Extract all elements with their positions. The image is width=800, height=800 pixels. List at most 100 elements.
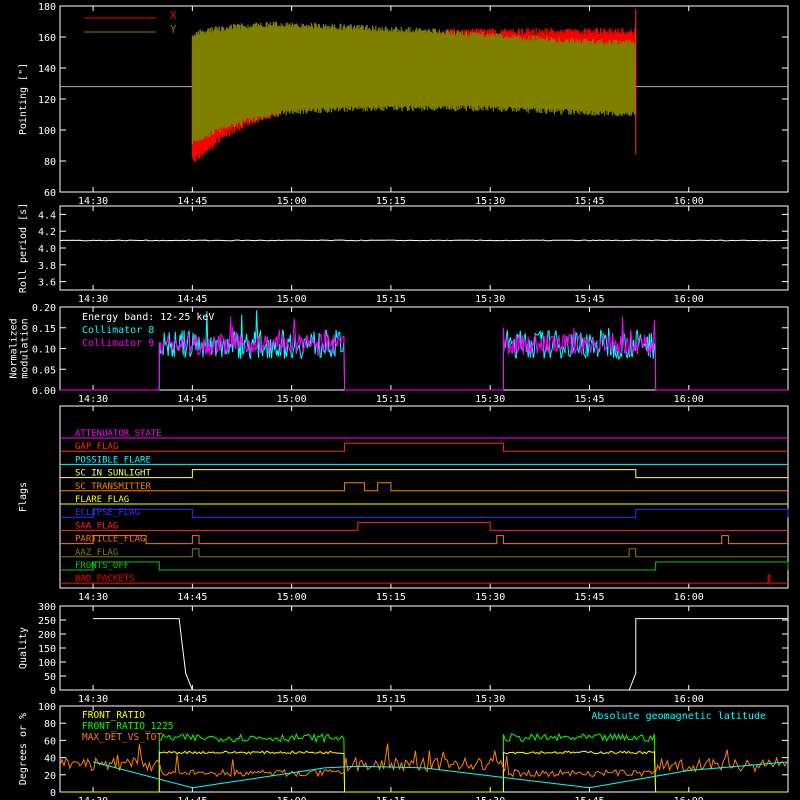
flags-xtick-label: 15:30 [475, 592, 505, 603]
ratios-legend-geomag: Absolute geomagnetic latitude [591, 711, 766, 722]
flag-label-flare-flag: FLARE_FLAG [75, 495, 129, 505]
flags-xtick-label: 16:00 [674, 592, 704, 603]
quality-xtick-label: 14:30 [78, 694, 108, 705]
modulation-legend-item: Collimator 9 [82, 338, 154, 349]
ratios-ylabel: Degrees or % [18, 713, 29, 785]
ratios-xtick-label: 14:30 [78, 796, 108, 800]
modulation-xtick-label: 15:00 [277, 394, 307, 405]
flag-label-sc-transmitter: SC_TRANSMITTER [75, 482, 151, 492]
flag-label-bad-packets: BAD_PACKETS [75, 574, 135, 584]
roll-xtick-label: 14:45 [177, 294, 207, 305]
ratios-legend-item: FRONT_RATIO_1225 [82, 721, 174, 732]
flags-xtick-label: 15:15 [376, 592, 406, 603]
ratios-xtick-label: 14:45 [177, 796, 207, 800]
quality-ytick-label: 50 [44, 672, 56, 683]
pointing-xtick-label: 15:00 [277, 196, 307, 207]
roll-ytick-label: 3.6 [38, 278, 56, 289]
roll-xtick-label: 14:30 [78, 294, 108, 305]
flag-label-eclipse-flag: ECLIPSE_FLAG [75, 508, 140, 518]
quality-xtick-label: 15:30 [475, 694, 505, 705]
quality-xtick-label: 15:15 [376, 694, 406, 705]
roll-ytick-label: 4.4 [38, 210, 56, 221]
quality-xtick-label: 14:45 [177, 694, 207, 705]
flags-xtick-label: 15:45 [574, 592, 604, 603]
pointing-xtick-label: 15:15 [376, 196, 406, 207]
quality-xtick-label: 15:00 [277, 694, 307, 705]
ratios-legend-item: FRONT_RATIO [82, 710, 145, 721]
quality-ytick-label: 200 [38, 630, 56, 641]
ratios-ytick-label: 0 [50, 788, 56, 799]
modulation-legend-title: Energy band: 12-25 keV [82, 312, 214, 323]
ratios-xtick-label: 15:00 [277, 796, 307, 800]
modulation-ytick-label: 0.05 [32, 365, 56, 376]
flag-label-gap-flag: GAP_FLAG [75, 442, 118, 452]
flag-label-sc-in-sunlight: SC_IN_SUNLIGHT [75, 469, 151, 479]
pointing-ytick-label: 160 [38, 33, 56, 44]
ratios-ytick-label: 40 [44, 754, 56, 765]
ratios-ytick-label: 100 [38, 702, 56, 713]
legend-label-x: X [170, 9, 177, 22]
quality-ytick-label: 0 [50, 686, 56, 697]
pointing-xtick-label: 14:30 [78, 196, 108, 207]
quality-ytick-label: 300 [38, 602, 56, 613]
pointing-xtick-label: 16:00 [674, 196, 704, 207]
quality-ytick-label: 250 [38, 616, 56, 627]
roll-xtick-label: 15:45 [574, 294, 604, 305]
ratios-legend-item: MAX_DET_VS_TOT [82, 732, 162, 743]
ratios-ytick-label: 60 [44, 736, 56, 747]
roll-ytick-label: 4.0 [38, 244, 56, 255]
ratios-xtick-label: 16:00 [674, 796, 704, 800]
pointing-ylabel: Pointing ["] [18, 63, 29, 135]
modulation-xtick-label: 16:00 [674, 394, 704, 405]
pointing-xtick-label: 14:45 [177, 196, 207, 207]
flag-label-aaz-flag: AAZ_FLAG [75, 548, 118, 558]
flag-label-fronts-off: FRONTS_OFF [75, 561, 129, 571]
pointing-ytick-label: 180 [38, 2, 56, 13]
flag-label-possible-flare: POSSIBLE_FLARE [75, 455, 151, 465]
modulation-xtick-label: 14:30 [78, 394, 108, 405]
modulation-ytick-label: 0.10 [32, 345, 56, 356]
ratios-xtick-label: 15:45 [574, 796, 604, 800]
flags-xtick-label: 14:45 [177, 592, 207, 603]
roll-ytick-label: 4.2 [38, 227, 56, 238]
quality-ylabel: Quality [18, 627, 29, 669]
roll-xtick-label: 15:00 [277, 294, 307, 305]
chart-canvas: 14:30 14:45 15:00 15:15 15:30 15:45 16:00 60 80 1… [0, 0, 800, 800]
pointing-xtick-label: 15:30 [475, 196, 505, 207]
roll-xtick-label: 16:00 [674, 294, 704, 305]
ratios-ytick-label: 20 [44, 771, 56, 782]
flag-label-saa-flag: SAA_FLAG [75, 521, 118, 531]
quality-xtick-label: 16:00 [674, 694, 704, 705]
pointing-xtick-label: 15:45 [574, 196, 604, 207]
quality-ytick-label: 150 [38, 644, 56, 655]
pointing-ytick-label: 120 [38, 95, 56, 106]
flags-ylabel: Flags [18, 482, 29, 512]
ratios-xtick-label: 15:30 [475, 796, 505, 800]
modulation-ylabel: Normalized [9, 318, 20, 378]
roll-xtick-label: 15:15 [376, 294, 406, 305]
flags-xtick-label: 15:00 [277, 592, 307, 603]
flag-label-attenuator-state: ATTENUATOR_STATE [75, 429, 162, 439]
modulation-ytick-label: 0.15 [32, 324, 56, 335]
quality-xtick-label: 15:45 [574, 694, 604, 705]
quality-ytick-label: 100 [38, 658, 56, 669]
pointing-ytick-label: 80 [44, 157, 56, 168]
modulation-xtick-label: 15:45 [574, 394, 604, 405]
modulation-legend-item: Collimator 8 [82, 325, 154, 336]
pointing-ytick-label: 100 [38, 126, 56, 137]
modulation-ytick-label: 0.00 [32, 386, 56, 397]
modulation-xtick-label: 14:45 [177, 394, 207, 405]
modulation-ylabel: modulation [20, 318, 31, 378]
legend-label-y: Y [170, 23, 177, 36]
ratios-xtick-label: 15:15 [376, 796, 406, 800]
roll-ylabel: Roll period [s] [18, 203, 29, 293]
modulation-xtick-label: 15:30 [475, 394, 505, 405]
modulation-xtick-label: 15:15 [376, 394, 406, 405]
roll-xtick-label: 15:30 [475, 294, 505, 305]
pointing-ytick-label: 140 [38, 64, 56, 75]
flags-xtick-label: 14:30 [78, 592, 108, 603]
modulation-ytick-label: 0.20 [32, 303, 56, 314]
ratios-ytick-label: 80 [44, 719, 56, 730]
roll-ytick-label: 3.8 [38, 261, 56, 272]
pointing-ytick-label: 60 [44, 188, 56, 199]
